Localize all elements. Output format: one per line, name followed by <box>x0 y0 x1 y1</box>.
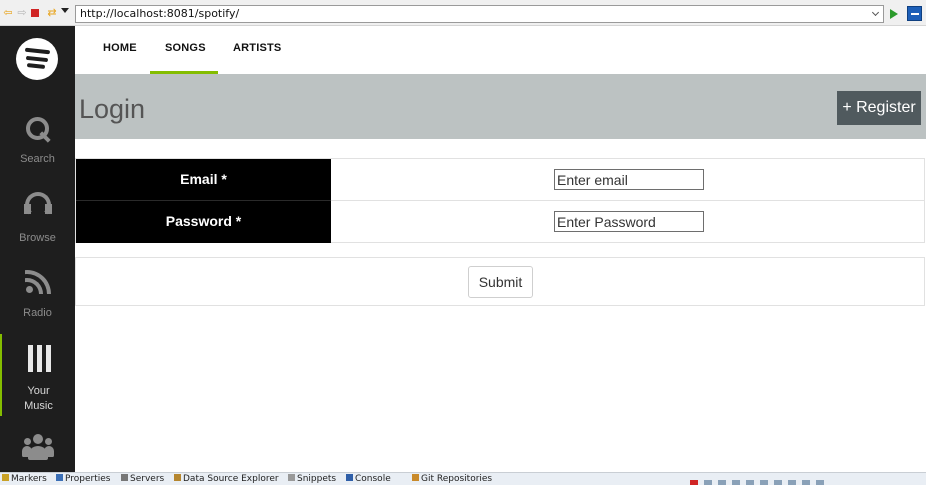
submit-button[interactable]: Submit <box>468 266 533 298</box>
refresh-icon[interactable]: ⇄ <box>46 7 58 19</box>
sidebar-item-search[interactable]: Search <box>0 116 75 165</box>
bottom-tab-label: Servers <box>130 474 165 484</box>
servers-icon <box>121 474 128 481</box>
data-source-icon <box>174 474 181 481</box>
form-row-email: Email * <box>76 159 924 201</box>
sidebar-item-label-line1: Your <box>27 385 50 397</box>
word-wrap-icon[interactable] <box>746 480 754 485</box>
open-console-icon[interactable] <box>788 480 796 485</box>
open-external-icon[interactable] <box>907 6 922 21</box>
users-icon <box>21 434 54 462</box>
tab-home[interactable]: HOME <box>103 42 137 54</box>
forward-arrow-icon[interactable]: ⇨ <box>16 7 28 19</box>
register-button[interactable]: + Register <box>837 91 921 125</box>
bottom-tab-label: Git Repositories <box>421 474 493 484</box>
page-header: Login + Register <box>75 74 926 139</box>
go-icon[interactable] <box>890 9 898 19</box>
bottom-tab-properties[interactable]: Properties <box>56 474 110 484</box>
search-icon <box>25 116 51 142</box>
console-toolbar <box>690 475 830 485</box>
tab-songs[interactable]: SONGS <box>165 42 206 54</box>
console-icon <box>346 474 353 481</box>
password-label: Password * <box>76 201 331 243</box>
password-field[interactable] <box>554 211 704 232</box>
bottom-tab-snippets[interactable]: Snippets <box>288 474 336 484</box>
git-icon <box>412 474 419 481</box>
properties-icon <box>56 474 63 481</box>
back-arrow-icon[interactable]: ⇦ <box>2 7 14 19</box>
submit-row: Submit <box>75 257 925 306</box>
maximize-icon[interactable] <box>816 480 824 485</box>
top-nav: HOME SONGS ARTISTS <box>75 26 926 74</box>
bottom-tab-console[interactable]: Console <box>346 474 391 484</box>
sidebar-item-radio[interactable]: Radio <box>0 268 75 319</box>
email-label: Email * <box>76 159 331 201</box>
sidebar-item-label-line2: Music <box>24 400 53 412</box>
headphones-icon <box>23 192 52 218</box>
address-bar[interactable]: http://localhost:8081/spotify/ <box>75 5 884 23</box>
minimize-icon[interactable] <box>802 480 810 485</box>
sidebar-item-browse[interactable]: Browse <box>0 192 75 244</box>
sidebar-item-label: Browse <box>19 232 56 244</box>
bottom-tab-git-repositories[interactable]: Git Repositories <box>412 474 492 484</box>
scroll-lock-icon[interactable] <box>732 480 740 485</box>
bottom-tab-label: Properties <box>65 474 111 484</box>
chevron-down-icon[interactable] <box>61 8 69 13</box>
sidebar-item-label: Radio <box>23 307 52 319</box>
page-title: Login <box>79 94 146 124</box>
remove-all-icon[interactable] <box>718 480 726 485</box>
bottom-tab-label: Console <box>355 474 391 484</box>
spotify-logo-icon[interactable] <box>16 38 58 80</box>
login-form: Email * Password * <box>75 158 925 243</box>
bottom-tab-markers[interactable]: Markers <box>2 474 47 484</box>
bottom-tab-label: Markers <box>11 474 47 484</box>
pin-icon[interactable] <box>760 480 768 485</box>
stop-icon[interactable] <box>31 9 39 17</box>
bottom-tab-label: Data Source Explorer <box>183 474 279 484</box>
display-console-icon[interactable] <box>774 480 782 485</box>
sidebar-item-users[interactable] <box>0 434 75 462</box>
remove-icon[interactable] <box>704 480 712 485</box>
snippets-icon <box>288 474 295 481</box>
browser-toolbar: ⇦ ⇨ ⇄ http://localhost:8081/spotify/ <box>0 0 926 26</box>
sidebar-item-your-music[interactable]: Your Music <box>0 334 75 416</box>
terminate-icon[interactable] <box>690 480 698 485</box>
radio-icon <box>24 268 51 294</box>
sidebar-item-label: Search <box>20 153 55 165</box>
email-field[interactable] <box>554 169 704 190</box>
bottom-tab-data-source-explorer[interactable]: Data Source Explorer <box>174 474 279 484</box>
bottom-tab-servers[interactable]: Servers <box>121 474 164 484</box>
form-row-password: Password * <box>76 201 924 243</box>
bottom-tab-label: Snippets <box>297 474 337 484</box>
library-icon <box>27 345 51 372</box>
ide-bottom-bar: Markers Properties Servers Data Source E… <box>0 472 926 485</box>
tab-artists[interactable]: ARTISTS <box>233 42 281 54</box>
sidebar: Search Browse Radio Your Music <box>0 26 75 472</box>
markers-icon <box>2 474 9 481</box>
